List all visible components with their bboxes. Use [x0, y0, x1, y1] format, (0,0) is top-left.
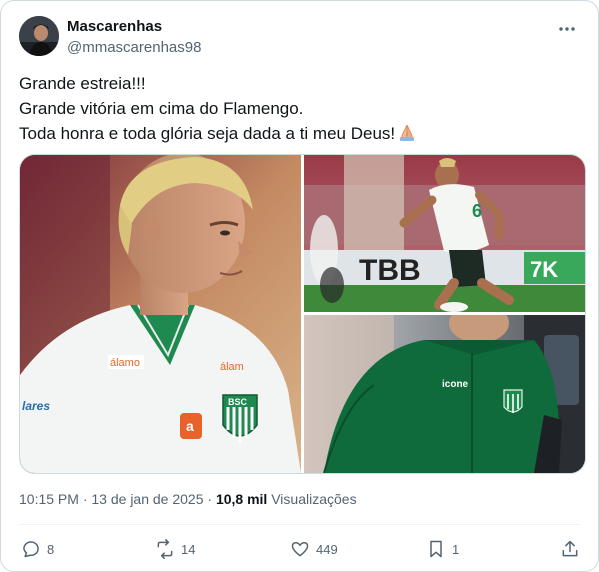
post-text: Grande estreia!!! Grande vitória em cima…: [19, 71, 417, 149]
photo-player-tunnel[interactable]: icone: [304, 315, 585, 473]
club-badge-text: BSC: [228, 397, 248, 407]
action-bar: 8 14 449 1: [21, 539, 578, 561]
shirt-sponsor-text: álam: [220, 361, 244, 373]
reply-icon: [23, 541, 39, 558]
bookmark-button[interactable]: 1: [426, 539, 459, 559]
post-date[interactable]: 13 de jan de 2025: [91, 491, 203, 507]
media-grid: álamo álam lares a BSC TBB 7K 6 icone: [19, 154, 586, 474]
share-button[interactable]: [560, 539, 580, 559]
repost-count: 14: [181, 541, 196, 557]
bookmark-count: 1: [452, 541, 460, 557]
reply-count: 8: [47, 541, 55, 557]
reply-button[interactable]: 8: [21, 539, 54, 559]
ad-board-text: TBB: [359, 254, 421, 287]
photo-player-running[interactable]: TBB 7K 6: [304, 155, 585, 312]
meta-separator: ·: [203, 491, 216, 507]
post-line: Grande vitória em cima do Flamengo.: [19, 99, 304, 118]
post-card: Mascarenhas @mmascarenhas98 Grande estre…: [0, 0, 599, 572]
meta-separator: ·: [78, 491, 92, 507]
chest-sponsor-text: lares: [22, 399, 50, 413]
ad-board-text: 7K: [530, 257, 558, 282]
avatar-image: [19, 16, 59, 56]
shirt-number-text: 6: [472, 201, 482, 221]
bookmark-icon: [430, 540, 442, 558]
views-count: 10,8 mil: [215, 491, 268, 507]
post-line: Toda honra e toda glória seja dada a ti …: [19, 121, 417, 149]
more-options-icon[interactable]: [558, 19, 576, 37]
sleeve-logo-text: a: [186, 418, 194, 434]
post-meta: 10:15 PM · 13 de jan de 2025 · 10,8 mil …: [19, 491, 357, 507]
post-line-text: Toda honra e toda glória seja dada a ti …: [19, 124, 396, 143]
jacket-brand-text: icone: [442, 379, 469, 390]
like-button[interactable]: 449: [290, 539, 338, 559]
post-line: Grande estreia!!!: [19, 74, 146, 93]
shirt-sponsor-text: álamo: [110, 357, 140, 369]
author-avatar[interactable]: [19, 16, 59, 56]
folded-hands-emoji-icon: [397, 122, 417, 149]
photo-player-portrait[interactable]: álamo álam lares a BSC: [20, 155, 301, 473]
like-count: 449: [316, 541, 338, 557]
heart-icon: [291, 542, 309, 557]
repost-icon: [157, 539, 173, 559]
views-label: Visualizações: [271, 491, 357, 507]
author-display-name[interactable]: Mascarenhas: [67, 18, 162, 35]
divider: [19, 524, 580, 525]
author-handle[interactable]: @mmascarenhas98: [67, 39, 201, 56]
share-icon: [562, 540, 578, 557]
repost-button[interactable]: 14: [155, 539, 195, 559]
post-time[interactable]: 10:15 PM: [19, 491, 79, 507]
